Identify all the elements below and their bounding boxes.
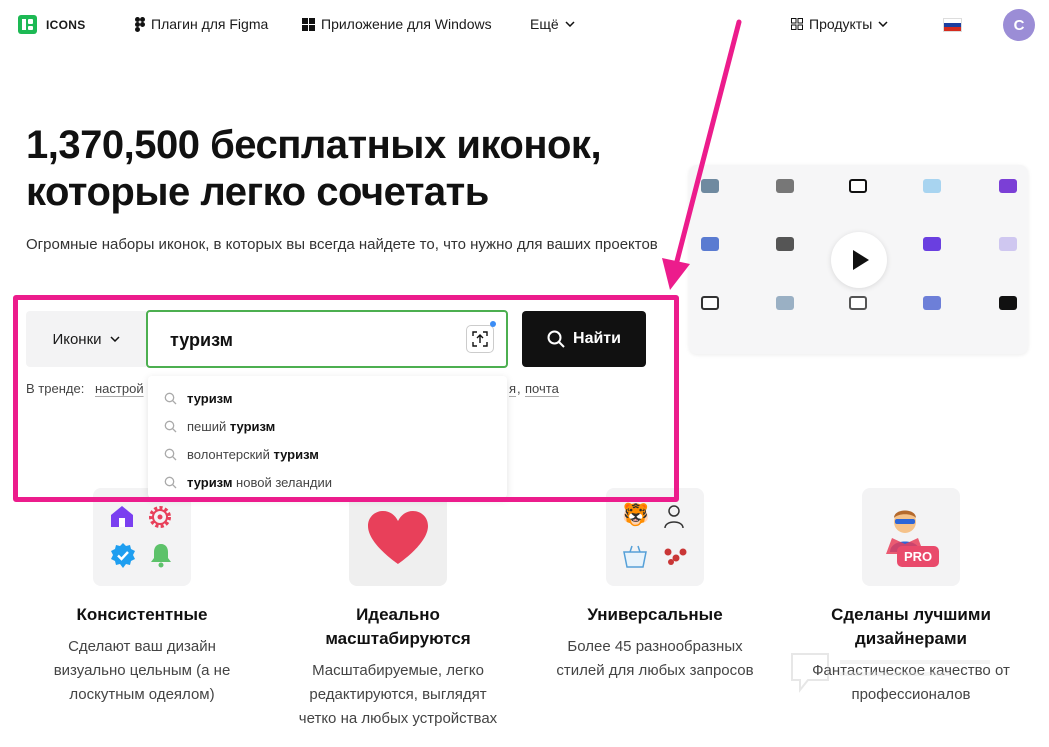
trending-separator: , xyxy=(517,381,521,396)
top-nav: ICONS Плагин для Figma Приложение для Wi… xyxy=(0,0,1049,50)
nav-figma-plugin[interactable]: Плагин для Figma xyxy=(135,16,268,32)
search-input[interactable] xyxy=(170,327,450,353)
search-field xyxy=(146,310,508,368)
suggestion-item[interactable]: туризм новой зеландии xyxy=(164,472,332,492)
camera-icon xyxy=(923,179,941,193)
windows-icon xyxy=(302,17,315,31)
autocomplete-dropdown: туризм пеший туризм волонтерский туризм … xyxy=(148,376,507,498)
nav-windows-app[interactable]: Приложение для Windows xyxy=(302,16,492,32)
feature-title-designers: Сделаны лучшими дизайнерами xyxy=(831,605,991,648)
cat-icon: 🐯 xyxy=(622,502,650,527)
search-icon xyxy=(547,330,565,348)
suggestion-text: туризм xyxy=(187,390,233,406)
pro-badge: PRO xyxy=(897,546,940,567)
suggestion-text: волонтерский туризм xyxy=(187,446,319,462)
camera-icon xyxy=(999,179,1017,193)
basket-icon xyxy=(623,545,647,568)
grid-icon xyxy=(791,18,803,30)
page-title-line-2: которые легко сочетать xyxy=(26,170,489,214)
image-search-button[interactable] xyxy=(466,325,494,353)
camera-icon xyxy=(849,296,867,310)
verified-badge-icon xyxy=(111,543,135,568)
feature-image-consistent xyxy=(93,488,191,586)
play-button[interactable] xyxy=(831,232,887,288)
nav-figma-label: Плагин для Figma xyxy=(151,16,269,32)
search-icon xyxy=(164,392,177,404)
gear-icon xyxy=(149,506,171,528)
camera-icon xyxy=(701,296,719,310)
woman-icon xyxy=(664,505,684,529)
feature-image-universal: 🐯 xyxy=(606,488,704,586)
camera-icon xyxy=(849,179,867,193)
chevron-down-icon xyxy=(565,21,575,27)
logo[interactable]: ICONS xyxy=(18,15,86,34)
upload-icon xyxy=(472,331,488,347)
camera-icon xyxy=(701,237,719,251)
nav-products-menu[interactable]: Продукты xyxy=(791,16,888,32)
feature-image-scalable xyxy=(349,488,447,586)
search-scope-select[interactable]: Иконки xyxy=(26,311,146,367)
notification-dot xyxy=(490,321,496,327)
find-button-label: Найти xyxy=(573,330,621,347)
logo-text: ICONS xyxy=(46,17,86,32)
chat-watermark-icon xyxy=(791,653,990,693)
figma-icon xyxy=(135,16,145,32)
play-icon xyxy=(853,250,869,270)
flag-stripe-red xyxy=(944,26,961,31)
camera-icon xyxy=(776,296,794,310)
camera-icon xyxy=(701,179,719,193)
search-scope-label: Иконки xyxy=(52,330,102,348)
suggestion-item[interactable]: пеший туризм xyxy=(164,416,275,436)
feature-desc-scalable: Масштабируемые, легко редактируются, выг… xyxy=(298,662,498,727)
chevron-down-icon xyxy=(110,336,120,342)
nav-products-label: Продукты xyxy=(809,16,873,32)
camera-icon xyxy=(923,237,941,251)
trending-link[interactable]: настрой xyxy=(95,381,144,396)
nav-more-menu[interactable]: Ещё xyxy=(530,16,575,32)
feature-title-consistent: Консистентные xyxy=(76,605,208,624)
feature-desc-universal: Более 45 разнообразных стилей для любых … xyxy=(556,638,754,679)
camera-icon xyxy=(776,237,794,251)
suggestion-item[interactable]: туризм xyxy=(164,388,232,408)
bell-icon xyxy=(151,544,171,568)
find-button[interactable]: Найти xyxy=(522,311,646,367)
feature-desc-consistent: Сделают ваш дизайн визуально цельным (а … xyxy=(53,638,231,703)
nav-windows-label: Приложение для Windows xyxy=(321,16,492,32)
avatar[interactable]: С xyxy=(1003,9,1035,41)
camera-icon xyxy=(923,296,941,310)
feature-image-designers: PRO xyxy=(862,488,960,586)
logo-icon xyxy=(18,15,37,34)
language-flag-icon[interactable] xyxy=(943,18,962,32)
chevron-down-icon xyxy=(878,21,888,27)
search-icon xyxy=(164,448,177,460)
camera-icon xyxy=(776,179,794,193)
page-subtitle: Огромные наборы иконок, в которых вы все… xyxy=(26,236,658,253)
suggestion-text: туризм новой зеландии xyxy=(187,474,333,490)
suggestion-text: пеший туризм xyxy=(187,418,276,434)
trending-link[interactable]: почта xyxy=(525,381,559,396)
page-title: 1,370,500 бесплатных иконок, которые лег… xyxy=(26,122,706,216)
heart-icon xyxy=(368,511,428,564)
feature-title-universal: Универсальные xyxy=(587,605,723,624)
search-icon xyxy=(164,420,177,432)
trending-link[interactable]: я xyxy=(509,381,516,396)
page-title-line-1: 1,370,500 бесплатных иконок, xyxy=(26,123,602,167)
berries-icon xyxy=(664,548,687,565)
house-icon xyxy=(111,506,133,527)
suggestion-item[interactable]: волонтерский туризм xyxy=(164,444,319,464)
feature-title-scalable: Идеально масштабируются xyxy=(325,605,471,648)
search-icon xyxy=(164,476,177,488)
video-preview[interactable] xyxy=(689,165,1028,354)
camera-icon xyxy=(999,237,1017,251)
nav-more-label: Ещё xyxy=(530,16,559,32)
camera-icon xyxy=(999,296,1017,310)
trending-label: В тренде: xyxy=(26,381,85,396)
